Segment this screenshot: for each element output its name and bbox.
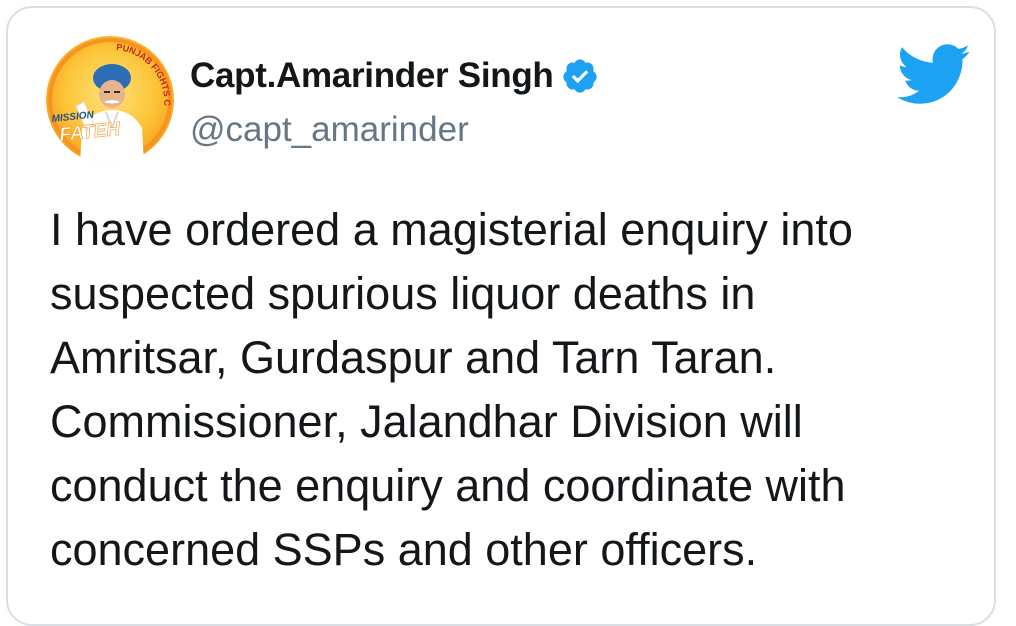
twitter-bird-icon[interactable]: [896, 44, 972, 106]
tweet-text-line: concerned SSPs and other officers.: [50, 524, 758, 575]
tweet-text-line: suspected spurious liquor deaths in: [50, 268, 756, 319]
tweet-text: I have ordered a magisterial enquiry int…: [50, 198, 1000, 582]
tweet-text-line: conduct the enquiry and coordinate with: [50, 460, 846, 511]
verified-badge-icon: [563, 59, 598, 93]
author-handle[interactable]: @capt_amarinder: [190, 110, 469, 150]
author-display-name[interactable]: Capt.Amarinder Singh: [190, 56, 554, 96]
mission-fateh-avatar-icon: PUNJAB FIGHTS CORONA MISSION FATEH: [46, 36, 174, 164]
tweet-text-line: Amritsar, Gurdaspur and Tarn Taran.: [50, 332, 777, 383]
tweet-card: PUNJAB FIGHTS CORONA MISSION FATEH Capt.…: [6, 6, 996, 626]
tweet-text-line: I have ordered a magisterial enquiry int…: [50, 204, 853, 255]
tweet-text-line: Commissioner, Jalandhar Division will: [50, 396, 803, 447]
avatar[interactable]: PUNJAB FIGHTS CORONA MISSION FATEH: [46, 36, 174, 164]
author-name-row[interactable]: Capt.Amarinder Singh: [190, 54, 599, 98]
